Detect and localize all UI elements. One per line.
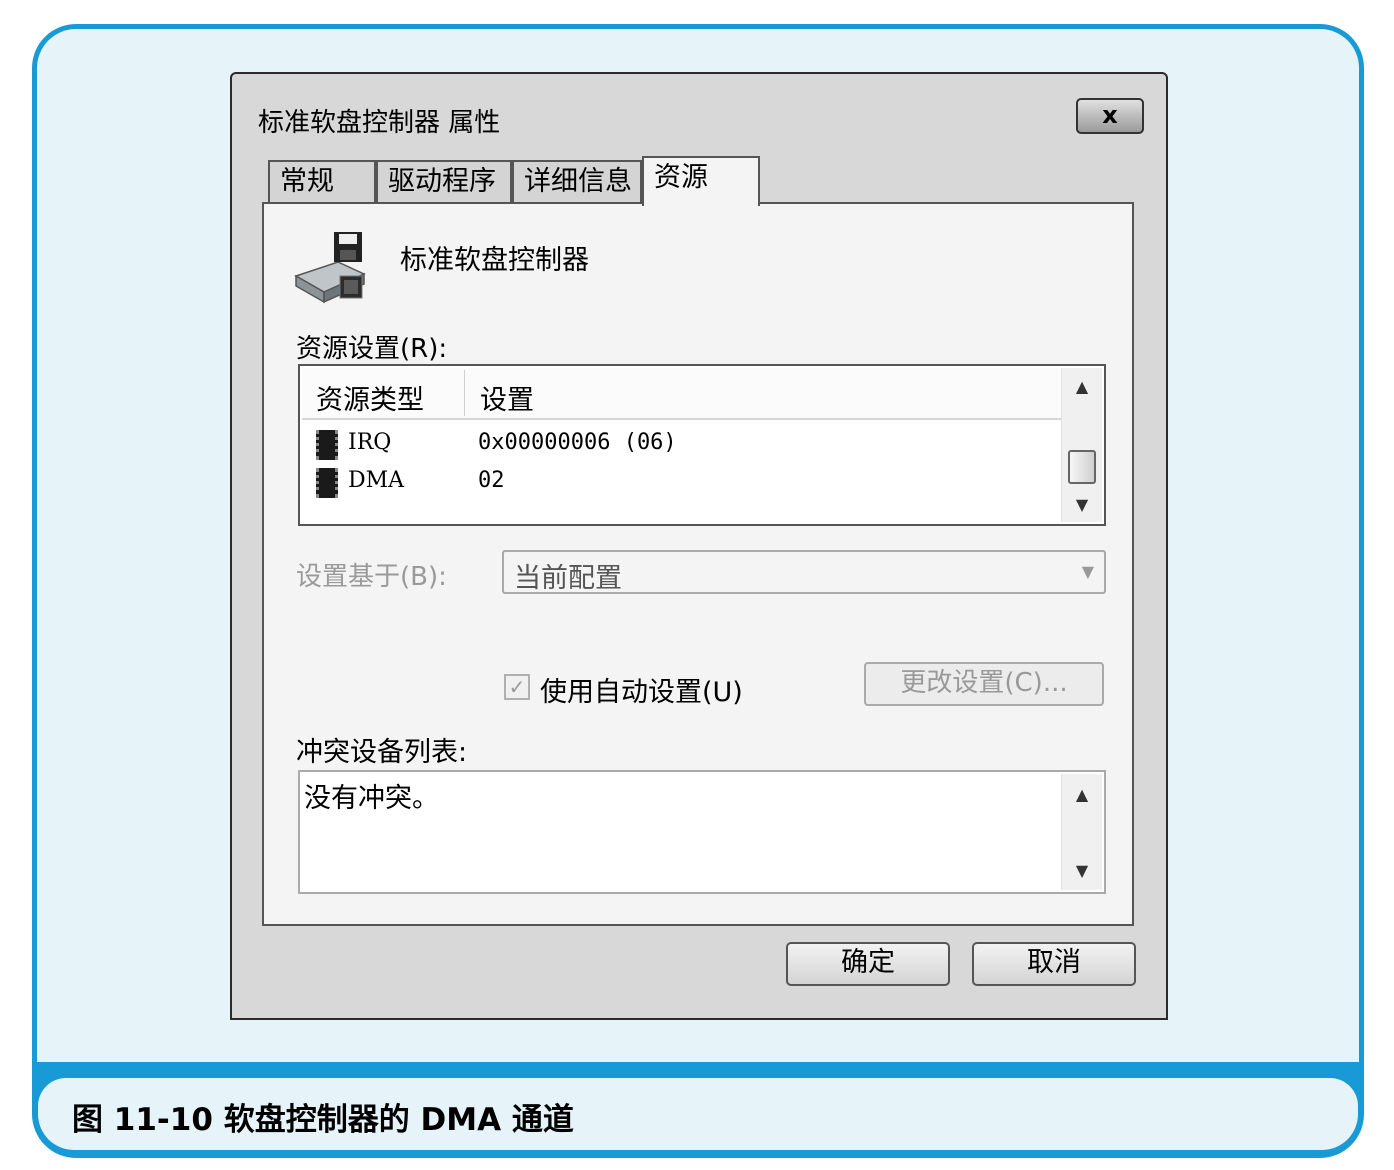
chevron-down-icon: ▼ — [1081, 562, 1094, 581]
tab-details[interactable]: 详细信息 — [512, 160, 642, 202]
scroll-up-icon[interactable]: ▲ — [1062, 780, 1102, 810]
column-divider[interactable] — [464, 370, 465, 416]
scroll-thumb[interactable] — [1068, 450, 1096, 484]
scroll-down-icon[interactable]: ▼ — [1062, 856, 1102, 886]
column-header-type[interactable]: 资源类型 — [316, 378, 424, 417]
figure-caption: 图 11-10 软盘控制器的 DMA 通道 — [72, 1102, 574, 1138]
resource-setting: 02 — [478, 468, 505, 493]
resource-type: DMA — [348, 468, 405, 493]
conflict-list[interactable]: 没有冲突。 ▲ ▼ — [298, 770, 1106, 894]
resources-panel: 标准软盘控制器 资源设置(R): 资源类型 设置 IRQ 0x00000006 … — [262, 202, 1134, 926]
cancel-button[interactable]: 取消 — [972, 942, 1136, 986]
table-row[interactable]: IRQ 0x00000006 (06) — [316, 428, 1056, 460]
table-row[interactable]: DMA 02 — [316, 466, 1056, 498]
auto-settings-label[interactable]: 使用自动设置(U) — [540, 670, 743, 709]
conflict-list-scrollbar[interactable]: ▲ ▼ — [1061, 774, 1102, 890]
list-header: 资源类型 设置 — [302, 368, 1062, 420]
device-name: 标准软盘控制器 — [400, 245, 589, 276]
tab-driver[interactable]: 驱动程序 — [376, 160, 512, 202]
conflict-text: 没有冲突。 — [304, 783, 439, 814]
scroll-up-icon[interactable]: ▲ — [1062, 372, 1102, 402]
resource-list-scrollbar[interactable]: ▲ ▼ — [1061, 368, 1102, 522]
window-title: 标准软盘控制器 属性 — [258, 108, 501, 138]
setting-based-on-value: 当前配置 — [514, 563, 622, 594]
scroll-down-icon[interactable]: ▼ — [1062, 490, 1102, 520]
auto-settings-checkbox[interactable]: ✓ — [504, 674, 530, 700]
tab-general[interactable]: 常规 — [268, 160, 376, 202]
resource-type: IRQ — [348, 430, 392, 455]
ok-button[interactable]: 确定 — [786, 942, 950, 986]
tab-resources[interactable]: 资源 — [642, 156, 760, 206]
setting-based-on-select[interactable]: 当前配置 ▼ — [502, 550, 1106, 594]
setting-based-on-label: 设置基于(B): — [296, 562, 447, 592]
change-settings-button[interactable]: 更改设置(C)... — [864, 662, 1104, 706]
close-button[interactable]: x — [1076, 98, 1144, 134]
chip-icon — [316, 468, 338, 498]
properties-dialog: 标准软盘控制器 属性 x 常规 驱动程序 详细信息 资源 标准软盘控制器 资源设… — [230, 72, 1168, 1020]
resource-settings-label: 资源设置(R): — [296, 334, 448, 364]
column-header-setting[interactable]: 设置 — [480, 378, 534, 417]
conflict-list-label: 冲突设备列表: — [296, 737, 468, 768]
floppy-controller-icon — [294, 230, 366, 306]
resource-list[interactable]: 资源类型 设置 IRQ 0x00000006 (06) DMA 02 ▲ ▼ — [298, 364, 1106, 526]
resource-setting: 0x00000006 (06) — [478, 430, 677, 455]
chip-icon — [316, 430, 338, 460]
